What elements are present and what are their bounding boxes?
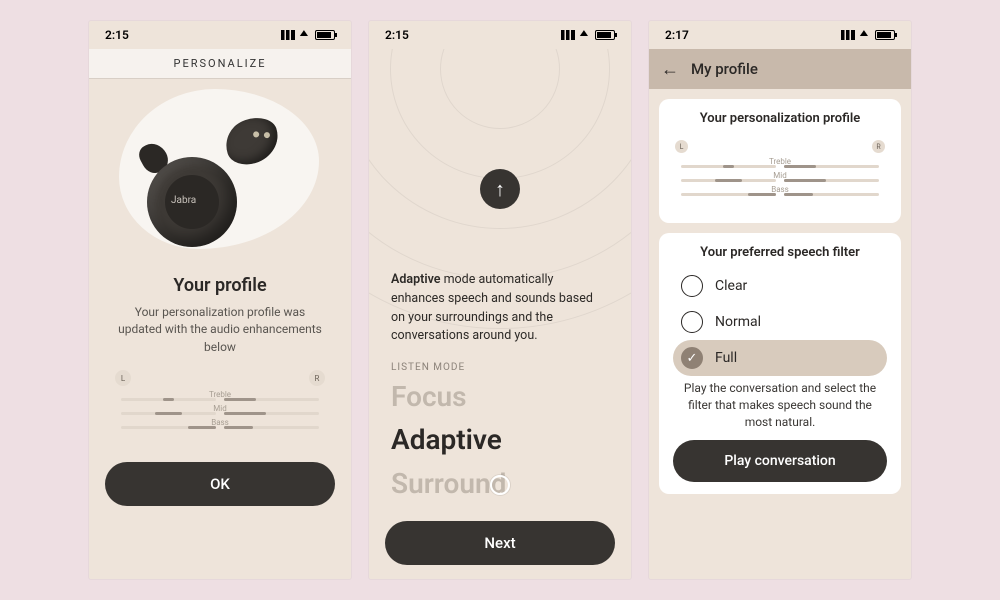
battery-icon bbox=[875, 30, 895, 40]
wifi-icon bbox=[579, 30, 591, 40]
right-ear-badge: R bbox=[872, 140, 885, 153]
filter-label: Full bbox=[715, 350, 737, 366]
card-title: Your preferred speech filter bbox=[673, 245, 887, 260]
signal-icon bbox=[281, 30, 295, 40]
speech-filter-card: Your preferred speech filter Clear Norma… bbox=[659, 233, 901, 494]
status-time: 2:15 bbox=[105, 28, 129, 42]
arrow-up-icon: ↑ bbox=[495, 177, 505, 202]
page-title: My profile bbox=[691, 60, 758, 78]
filter-option-clear[interactable]: Clear bbox=[673, 268, 887, 304]
mode-focus[interactable]: Focus bbox=[391, 375, 609, 418]
page-header: PERSONALIZE bbox=[89, 49, 351, 79]
page-header: ← My profile bbox=[649, 49, 911, 89]
back-arrow-icon[interactable]: ← bbox=[661, 59, 679, 80]
radio-icon bbox=[681, 275, 703, 297]
next-button[interactable]: Next bbox=[385, 521, 615, 565]
ok-button[interactable]: OK bbox=[105, 462, 335, 506]
profile-title: Your profile bbox=[113, 275, 327, 296]
play-conversation-button[interactable]: Play conversation bbox=[673, 440, 887, 482]
left-ear-badge: L bbox=[115, 370, 131, 386]
radio-icon bbox=[681, 311, 703, 333]
wifi-icon bbox=[859, 30, 871, 40]
mode-description: Adaptive mode automatically enhances spe… bbox=[369, 209, 631, 346]
status-bar: 2:15 bbox=[89, 21, 351, 49]
personalization-card: Your personalization profile L R Treble … bbox=[659, 99, 901, 223]
signal-icon bbox=[841, 30, 855, 40]
swipe-up-button[interactable]: ↑ bbox=[480, 169, 520, 209]
wifi-icon bbox=[299, 30, 311, 40]
filter-label: Clear bbox=[715, 278, 747, 294]
right-ear-badge: R bbox=[309, 370, 325, 386]
screen-my-profile: 2:17 ← My profile Your personalization p… bbox=[649, 21, 911, 579]
mode-indicator-icon bbox=[490, 475, 510, 495]
card-title: Your personalization profile bbox=[673, 111, 887, 126]
help-text: Play the conversation and select the fil… bbox=[673, 376, 887, 440]
status-icons bbox=[841, 30, 895, 40]
brand-label: Jabra bbox=[171, 195, 196, 206]
status-time: 2:15 bbox=[385, 28, 409, 42]
equalizer: Treble Mid Bass bbox=[673, 159, 887, 211]
signal-icon bbox=[561, 30, 575, 40]
mode-adaptive[interactable]: Adaptive bbox=[391, 418, 609, 461]
profile-subtitle: Your personalization profile was updated… bbox=[113, 304, 327, 356]
battery-icon bbox=[315, 30, 335, 40]
filter-label: Normal bbox=[715, 314, 761, 330]
listen-mode-label: LISTEN MODE bbox=[369, 346, 631, 373]
battery-icon bbox=[595, 30, 615, 40]
equalizer: Treble Mid Bass bbox=[113, 392, 327, 444]
status-time: 2:17 bbox=[665, 28, 689, 42]
screen-listen-mode: 2:15 ↑ Adaptive mode automatically enhan… bbox=[369, 21, 631, 579]
screen-personalize: 2:15 PERSONALIZE Jabra Your profile Your… bbox=[89, 21, 351, 579]
status-icons bbox=[561, 30, 615, 40]
status-bar: 2:15 bbox=[369, 21, 631, 49]
filter-option-full[interactable]: ✓ Full bbox=[673, 340, 887, 376]
filter-option-normal[interactable]: Normal bbox=[673, 304, 887, 340]
hero-image: Jabra bbox=[89, 79, 351, 269]
check-icon: ✓ bbox=[681, 347, 703, 369]
left-ear-badge: L bbox=[675, 140, 688, 153]
status-bar: 2:17 bbox=[649, 21, 911, 49]
status-icons bbox=[281, 30, 335, 40]
